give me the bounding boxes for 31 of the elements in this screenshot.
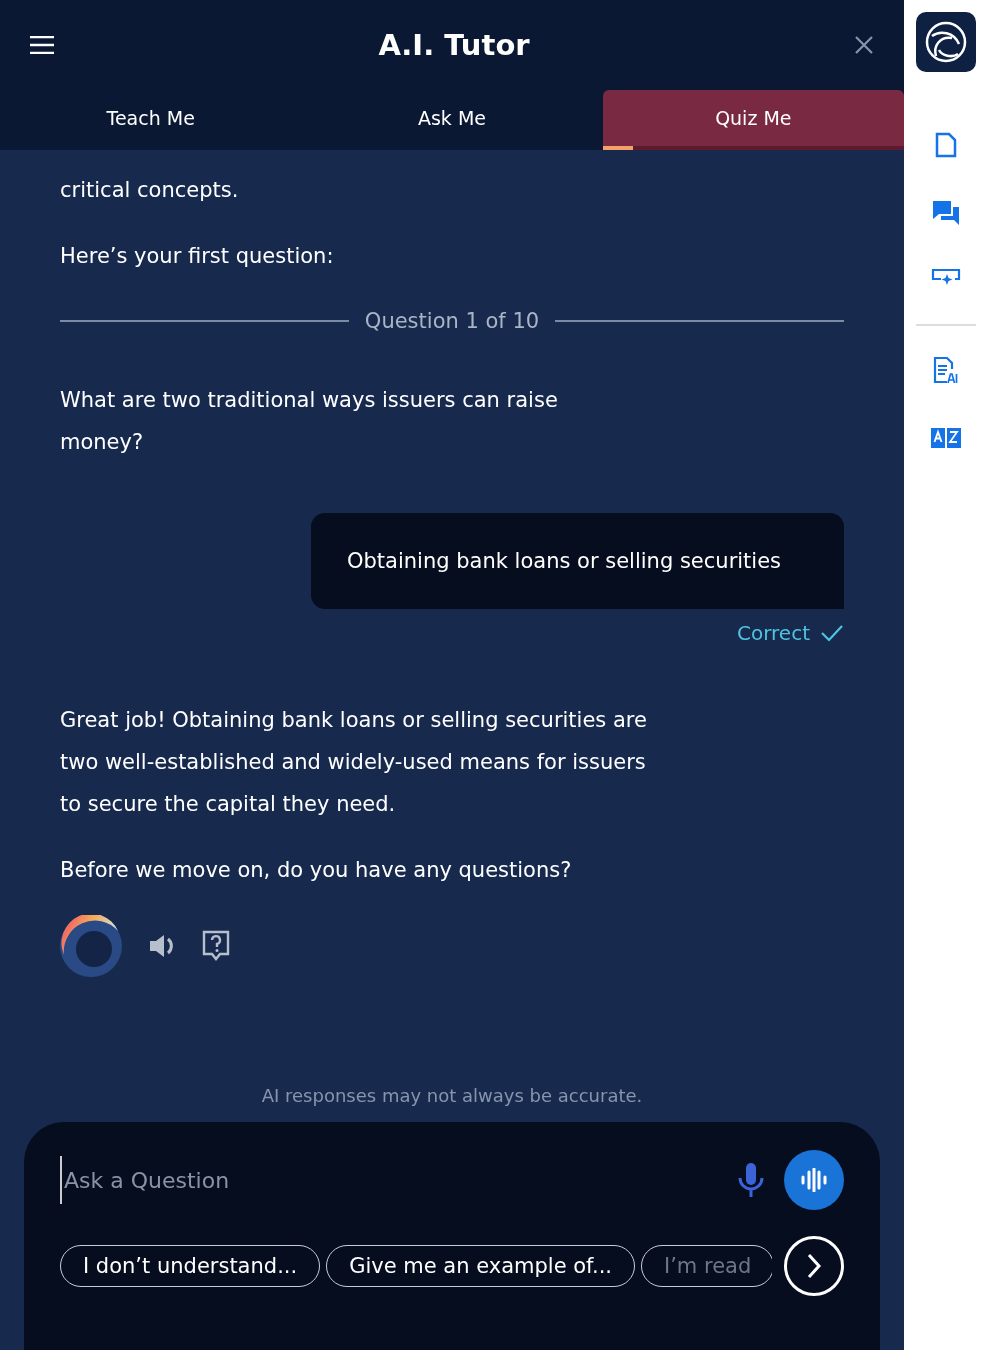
message-text: Before we move on, do you have any questions?: [60, 857, 573, 884]
message-text: Here’s your first question:: [60, 243, 335, 270]
next-button[interactable]: [784, 1236, 844, 1296]
voice-button[interactable]: [784, 1150, 844, 1210]
chat-icon[interactable]: [932, 200, 960, 226]
sparkle-screen-icon[interactable]: [931, 268, 961, 286]
disclaimer-text: AI responses may not always be accurate.: [260, 1085, 644, 1106]
ai-document-icon[interactable]: [933, 356, 959, 384]
question-text: What are two traditional ways issuers can raise money?: [60, 387, 559, 456]
app-logo[interactable]: [916, 12, 976, 72]
chevron-right-icon: [806, 1253, 822, 1279]
message-text: Great job! Obtaining bank loans or selling securities are two well-established and widely-used means for issuers to secure the capital they need.: [60, 707, 648, 818]
check-icon: [820, 624, 844, 642]
result-label: Correct: [737, 621, 810, 645]
dictionary-icon[interactable]: [930, 426, 962, 450]
help-icon[interactable]: [202, 930, 230, 962]
close-icon[interactable]: [854, 35, 874, 55]
microphone-icon[interactable]: [738, 1162, 764, 1198]
tab[interactable]: Ask Me: [301, 90, 603, 150]
waveform-icon: [800, 1168, 828, 1192]
tab[interactable]: Teach Me: [0, 90, 302, 150]
question-counter: Question 1 of 10: [364, 309, 540, 333]
document-icon[interactable]: [935, 132, 957, 158]
app-title: A.I. Tutor: [378, 28, 530, 62]
menu-icon[interactable]: [30, 36, 54, 54]
question-input[interactable]: Ask a Question: [60, 1156, 718, 1204]
tab[interactable]: Quiz Me: [602, 90, 904, 150]
answer-bubble: Obtaining bank loans or selling securities: [311, 513, 844, 609]
tutor-avatar-icon: [60, 915, 122, 977]
speaker-icon[interactable]: [148, 933, 176, 959]
message-text: critical concepts.: [60, 177, 240, 204]
